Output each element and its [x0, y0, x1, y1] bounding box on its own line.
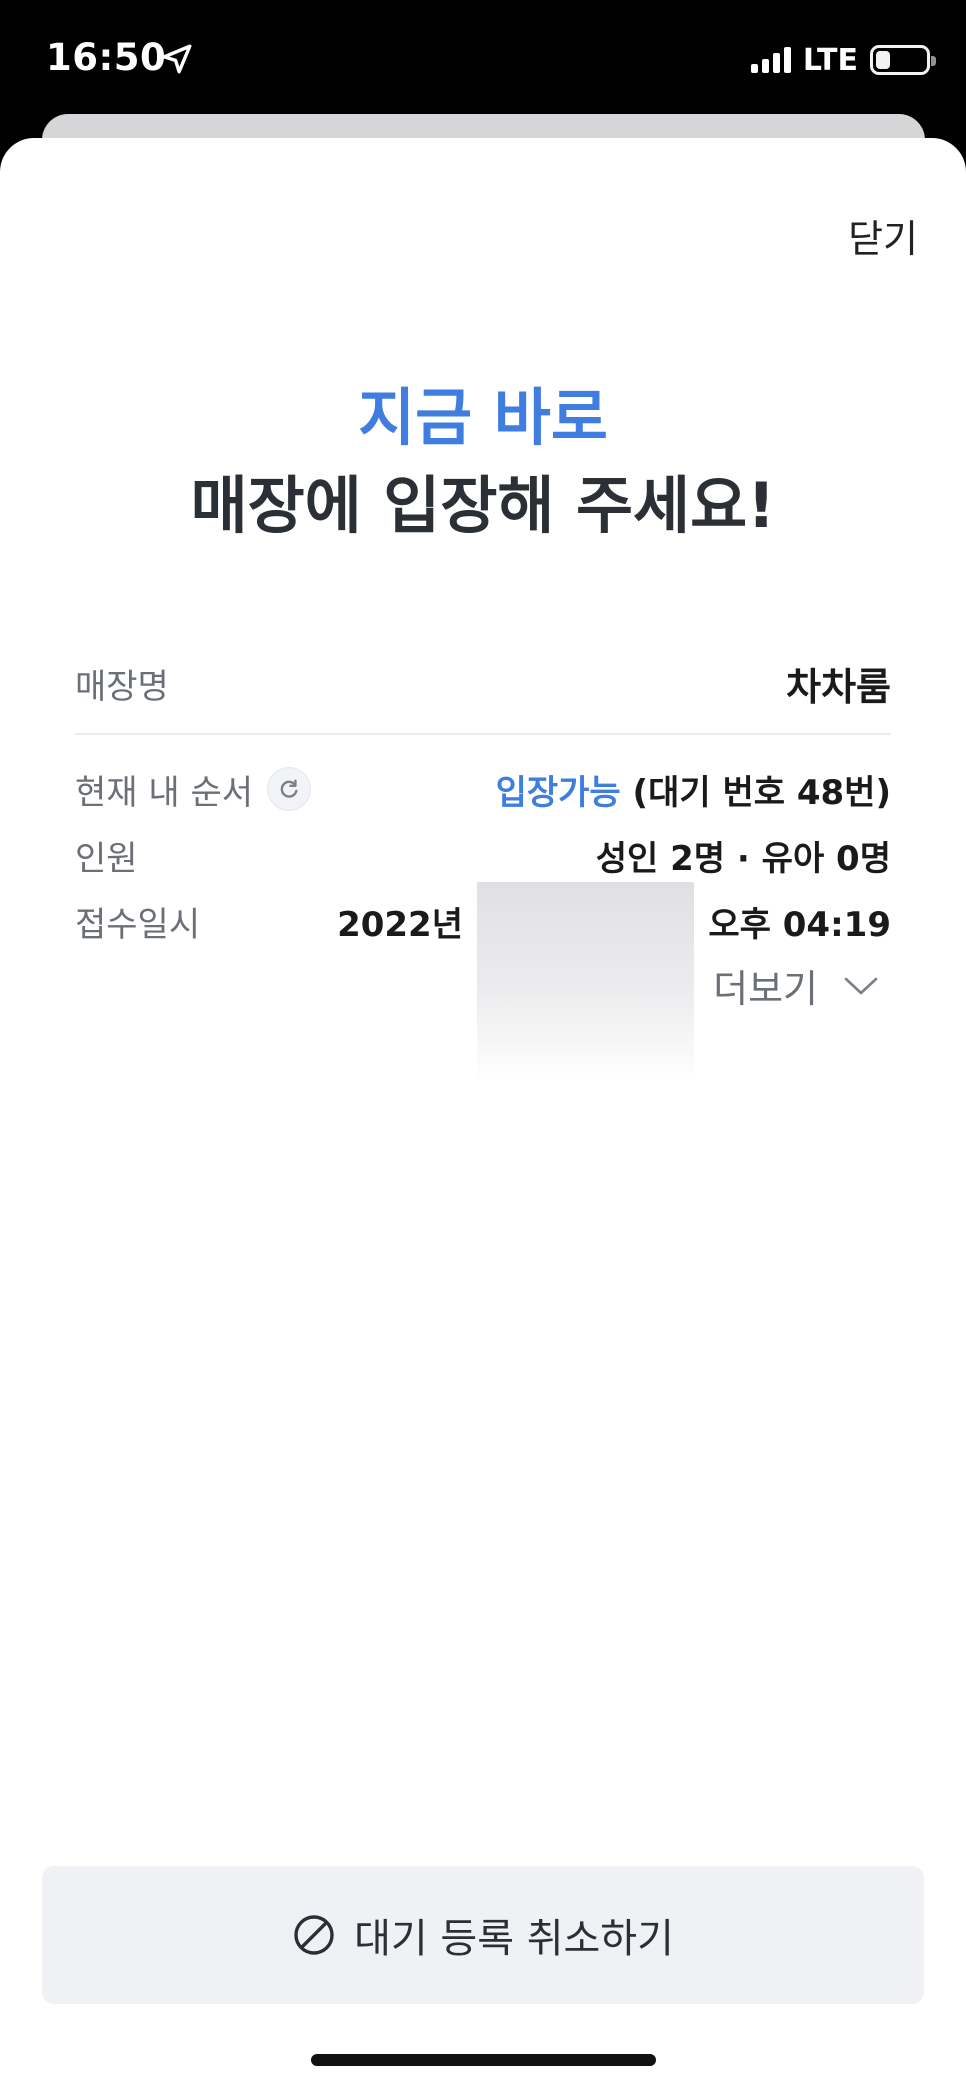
store-name-value: 차차룸 [786, 664, 891, 709]
chevron-down-icon [844, 977, 878, 994]
status-bar: 16:50 LTE [0, 0, 966, 115]
home-indicator [311, 2054, 656, 2066]
close-button[interactable]: 닫기 [848, 208, 918, 263]
party-value: 성인 2명 · 유아 0명 [595, 838, 891, 879]
party-row: 인원 성인 2명 · 유아 0명 [75, 822, 891, 888]
headline-main: 매장에 입장해 주세요! [190, 469, 776, 542]
store-name-label: 매장명 [75, 666, 169, 707]
store-name-row: 매장명 차차룸 [75, 648, 891, 718]
battery-icon [870, 45, 936, 75]
order-label: 현재 내 순서 [75, 772, 254, 813]
status-indicators: LTE [750, 42, 936, 78]
received-time: ) 오후 04:19 [681, 904, 891, 945]
status-time: 16:50 [46, 36, 167, 79]
received-date-start: 2022년 [337, 904, 463, 945]
more-button[interactable]: 더보기 [713, 958, 878, 1013]
headline-accent: 지금 바로 [358, 381, 608, 454]
received-label: 접수일시 [75, 904, 201, 945]
party-label: 인원 [75, 838, 138, 879]
cancel-waiting-button[interactable]: 대기 등록 취소하기 [42, 1866, 924, 2004]
cancel-waiting-label: 대기 등록 취소하기 [354, 1916, 674, 1962]
prohibit-icon [294, 1915, 334, 1955]
waiting-status-sheet: 닫기 지금 바로 매장에 입장해 주세요! 매장명 차차룸 현재 내 순서 입장… [0, 138, 966, 2092]
order-value: 입장가능 (대기 번호 48번) [496, 765, 891, 814]
headline: 지금 바로 매장에 입장해 주세요! [0, 374, 966, 550]
more-label: 더보기 [713, 967, 818, 1011]
divider [75, 733, 891, 735]
cellular-signal-icon [750, 47, 791, 73]
location-arrow-icon [162, 44, 192, 74]
refresh-icon[interactable] [267, 767, 312, 811]
order-row: 현재 내 순서 입장가능 (대기 번호 48번) [75, 756, 891, 822]
entry-status: 입장가능 [495, 772, 621, 813]
waiting-number: (대기 번호 48번) [632, 772, 891, 813]
redacted-area [477, 882, 694, 1082]
network-type: LTE [802, 42, 858, 78]
